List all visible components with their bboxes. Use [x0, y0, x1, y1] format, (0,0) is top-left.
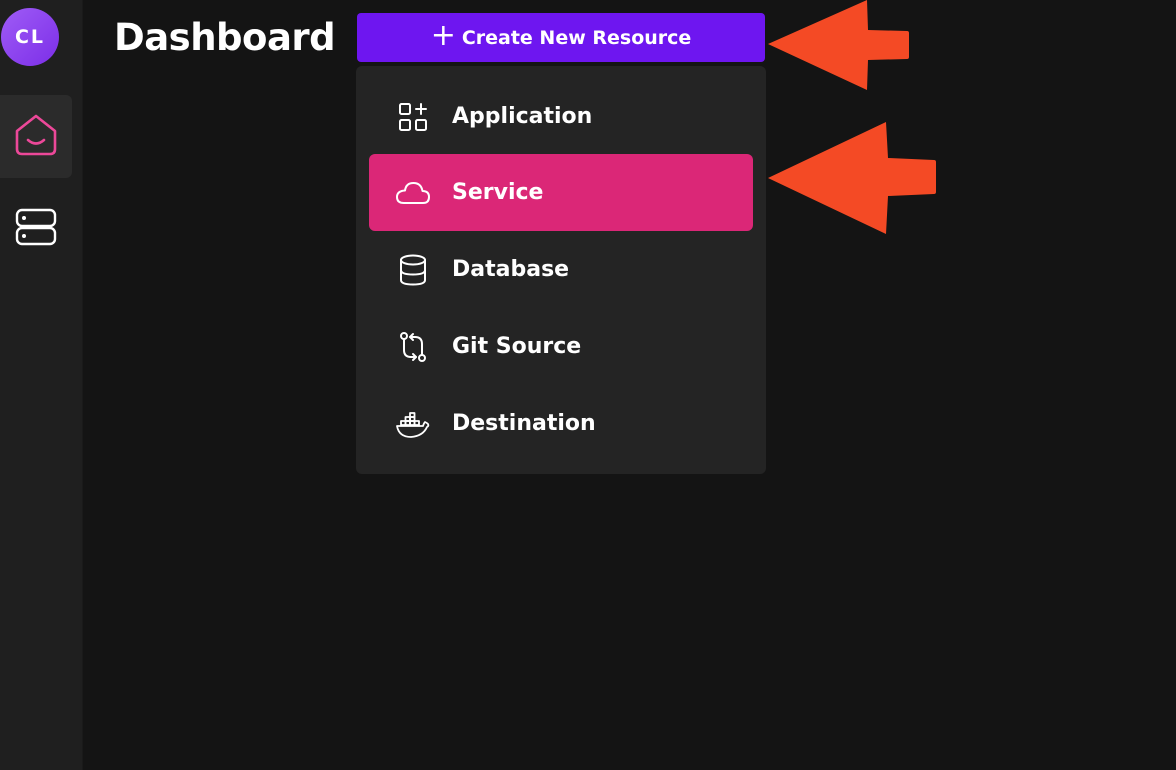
create-new-resource-button[interactable]: + Create New Resource — [357, 13, 765, 62]
menu-item-database[interactable]: Database — [369, 231, 753, 308]
avatar-initials: CL — [14, 26, 46, 48]
menu-item-label: Service — [452, 180, 544, 205]
menu-item-label: Git Source — [452, 334, 582, 359]
menu-item-git-source[interactable]: Git Source — [369, 308, 753, 385]
home-icon — [14, 113, 58, 161]
annotation-arrow-icon — [768, 122, 936, 234]
page-title: Dashboard — [114, 16, 336, 59]
create-new-resource-label: Create New Resource — [461, 26, 692, 49]
annotation-arrow-icon — [768, 0, 909, 90]
servers-icon — [14, 206, 58, 254]
menu-item-label: Destination — [452, 411, 596, 436]
apps-icon — [395, 99, 431, 135]
menu-item-destination[interactable]: Destination — [369, 385, 753, 462]
menu-item-label: Application — [452, 104, 593, 129]
database-icon — [395, 252, 431, 288]
menu-item-application[interactable]: Application — [369, 78, 753, 155]
plus-icon: + — [430, 18, 456, 53]
sidebar: CL — [0, 0, 83, 770]
sidebar-item-home[interactable] — [0, 95, 72, 178]
docker-icon — [395, 406, 431, 442]
git-compare-icon — [395, 329, 431, 365]
avatar[interactable]: CL — [1, 8, 59, 66]
cloud-icon — [395, 175, 431, 211]
create-resource-menu: Application Service Database Git Source … — [356, 66, 766, 474]
menu-item-label: Database — [452, 257, 570, 282]
menu-item-service[interactable]: Service — [369, 154, 753, 231]
sidebar-item-servers[interactable] — [0, 188, 72, 271]
